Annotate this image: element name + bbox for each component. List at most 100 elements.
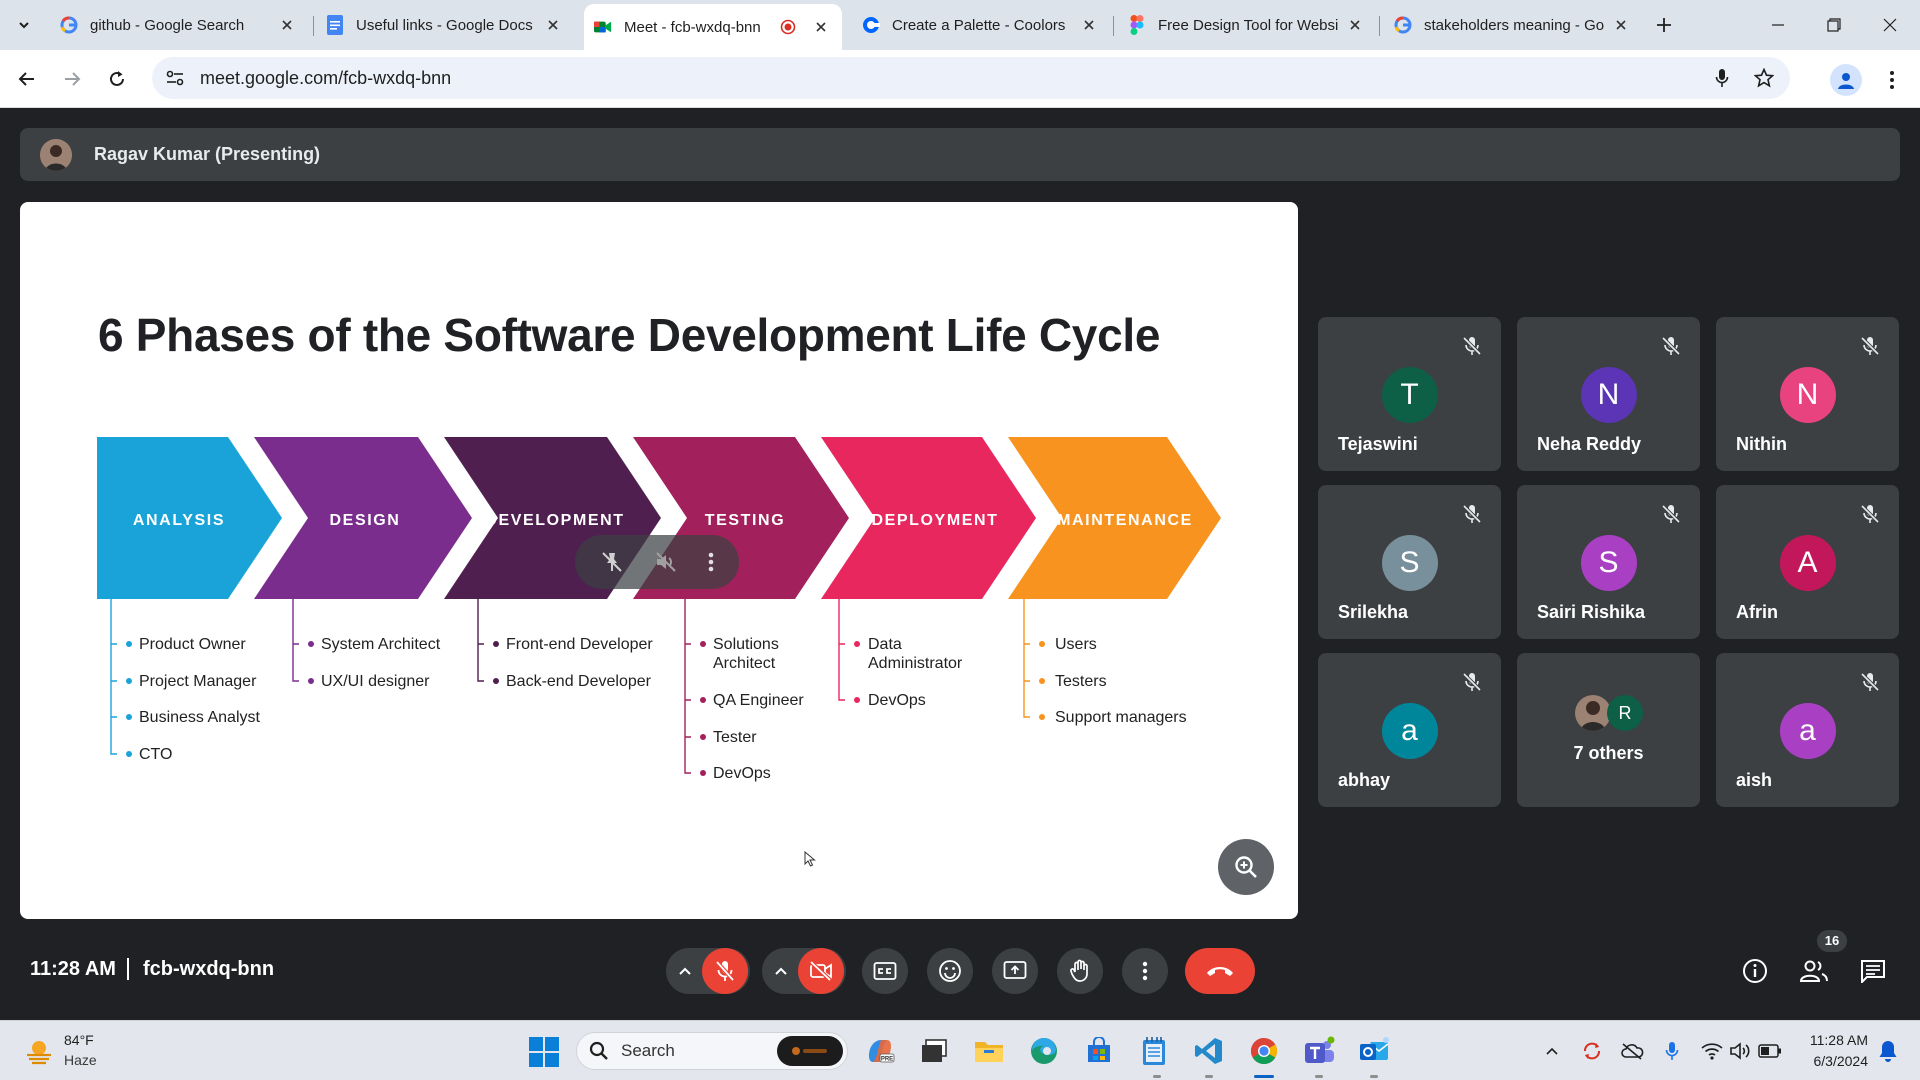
volume-icon[interactable] [1728,1039,1752,1063]
notification-bell-icon[interactable] [1876,1039,1900,1063]
weather-condition[interactable]: Haze [64,1052,97,1068]
notepad-icon[interactable] [1137,1034,1171,1068]
tab-stakeholders[interactable]: stakeholders meaning - Go [1384,7,1642,43]
mic-toggle-button[interactable] [702,948,748,994]
more-options-icon[interactable] [708,551,714,573]
site-settings-icon[interactable] [164,67,186,89]
participant-tile[interactable]: a aish [1716,653,1899,807]
tab-coolors[interactable]: Create a Palette - Coolors [852,7,1110,43]
onedrive-offline-icon[interactable] [1620,1039,1644,1063]
close-icon[interactable] [1344,14,1366,36]
microsoft-store-icon[interactable] [1082,1034,1116,1068]
battery-icon[interactable] [1758,1039,1782,1063]
close-icon[interactable] [1078,14,1100,36]
meeting-details-button[interactable] [1736,952,1774,990]
arrow-left-icon [18,72,34,86]
present-screen-icon [1003,961,1027,979]
participant-tile[interactable]: A Afrin [1716,485,1899,639]
outlook-icon[interactable] [1357,1034,1391,1068]
more-options-button[interactable] [1122,948,1168,994]
tab-title: stakeholders meaning - Go [1424,16,1604,34]
camera-toggle-button[interactable] [798,948,844,994]
bookmark-star-icon[interactable] [1748,62,1780,94]
browser-menu-button[interactable] [1876,64,1908,96]
show-hidden-icons-chevron-icon[interactable] [1540,1039,1564,1063]
role-item: CTO [139,746,173,763]
address-bar[interactable]: meet.google.com/fcb-wxdq-bnn [152,57,1790,99]
teams-icon[interactable] [1302,1034,1336,1068]
raise-hand-button[interactable] [1057,948,1103,994]
mic-off-icon [715,960,735,982]
others-tile[interactable]: R 7 others [1517,653,1700,807]
participant-tile[interactable]: S Srilekha [1318,485,1501,639]
reactions-button[interactable] [927,948,973,994]
reload-button[interactable] [101,63,133,95]
people-button[interactable] [1795,952,1833,990]
profile-avatar[interactable] [1830,64,1862,96]
running-indicator [1153,1075,1161,1078]
audio-settings-chevron-icon[interactable] [668,948,702,994]
mute-audio-icon[interactable] [654,550,678,574]
unpin-icon[interactable] [600,550,624,574]
taskbar-clock-date[interactable]: 6/3/2024 [1800,1053,1869,1069]
participant-name: Sairi Rishika [1537,602,1646,622]
vscode-icon[interactable] [1192,1034,1226,1068]
running-indicator [1315,1075,1323,1078]
forward-button[interactable] [56,63,88,95]
restore-icon [1827,18,1841,32]
new-tab-button[interactable] [1650,11,1678,39]
microphone-in-use-icon[interactable] [1660,1039,1684,1063]
participant-name: Tejaswini [1338,434,1418,454]
url-text[interactable]: meet.google.com/fcb-wxdq-bnn [200,68,1706,89]
search-icon [589,1041,608,1060]
file-explorer-icon[interactable] [972,1034,1006,1068]
captions-button[interactable] [862,948,908,994]
close-icon[interactable] [542,14,564,36]
copilot-icon[interactable]: PRE [863,1034,897,1068]
leave-call-button[interactable] [1185,948,1255,994]
role-item: Tester [713,729,757,746]
participant-avatar: N [1779,367,1836,423]
closed-captions-icon [873,962,897,980]
task-view-icon[interactable] [917,1034,951,1068]
close-icon[interactable] [276,14,298,36]
participant-tile[interactable]: N Neha Reddy [1517,317,1700,471]
zoom-button[interactable] [1218,839,1274,895]
participant-tile[interactable]: a abhay [1318,653,1501,807]
tab-meet[interactable]: Meet - fcb-wxdq-bnn [584,4,842,50]
restore-button[interactable] [1806,0,1862,50]
present-screen-button[interactable] [992,948,1038,994]
role-item: System Architect [321,636,441,653]
tab-search-button[interactable] [8,10,40,40]
chrome-icon[interactable] [1247,1034,1281,1068]
participant-tile[interactable]: T Tejaswini [1318,317,1501,471]
close-icon[interactable] [810,16,832,38]
meeting-code: fcb-wxdq-bnn [143,958,275,980]
tab-useful-links[interactable]: Useful links - Google Docs [316,7,574,43]
close-icon[interactable] [1610,14,1632,36]
weather-temperature[interactable]: 84°F [64,1032,94,1048]
tab-separator [1379,16,1380,36]
participant-name: Afrin [1736,602,1778,622]
chat-button[interactable] [1854,952,1892,990]
mic-off-icon [1860,336,1880,356]
mic-off-icon [1661,336,1681,356]
edge-browser-icon[interactable] [1027,1034,1061,1068]
minimize-button[interactable] [1750,0,1806,50]
participant-tile[interactable]: S Sairi Rishika [1517,485,1700,639]
microphone-icon[interactable] [1706,62,1738,94]
phase-label-development: DEVELOPMENT [485,512,625,529]
sync-icon[interactable] [1580,1039,1604,1063]
taskbar-search[interactable]: Search [576,1032,848,1070]
close-window-button[interactable] [1862,0,1918,50]
video-settings-chevron-icon[interactable] [764,948,798,994]
others-count-label: 7 others [1573,743,1644,763]
weather-haze-icon[interactable] [24,1036,54,1066]
back-button[interactable] [11,63,43,95]
tab-github-search[interactable]: github - Google Search [50,7,308,43]
taskbar-clock-time[interactable]: 11:28 AM [1800,1032,1868,1048]
tab-figma[interactable]: Free Design Tool for Websi [1118,7,1376,43]
participant-tile[interactable]: N Nithin [1716,317,1899,471]
wifi-icon[interactable] [1700,1039,1724,1063]
windows-start-icon[interactable] [528,1036,560,1068]
